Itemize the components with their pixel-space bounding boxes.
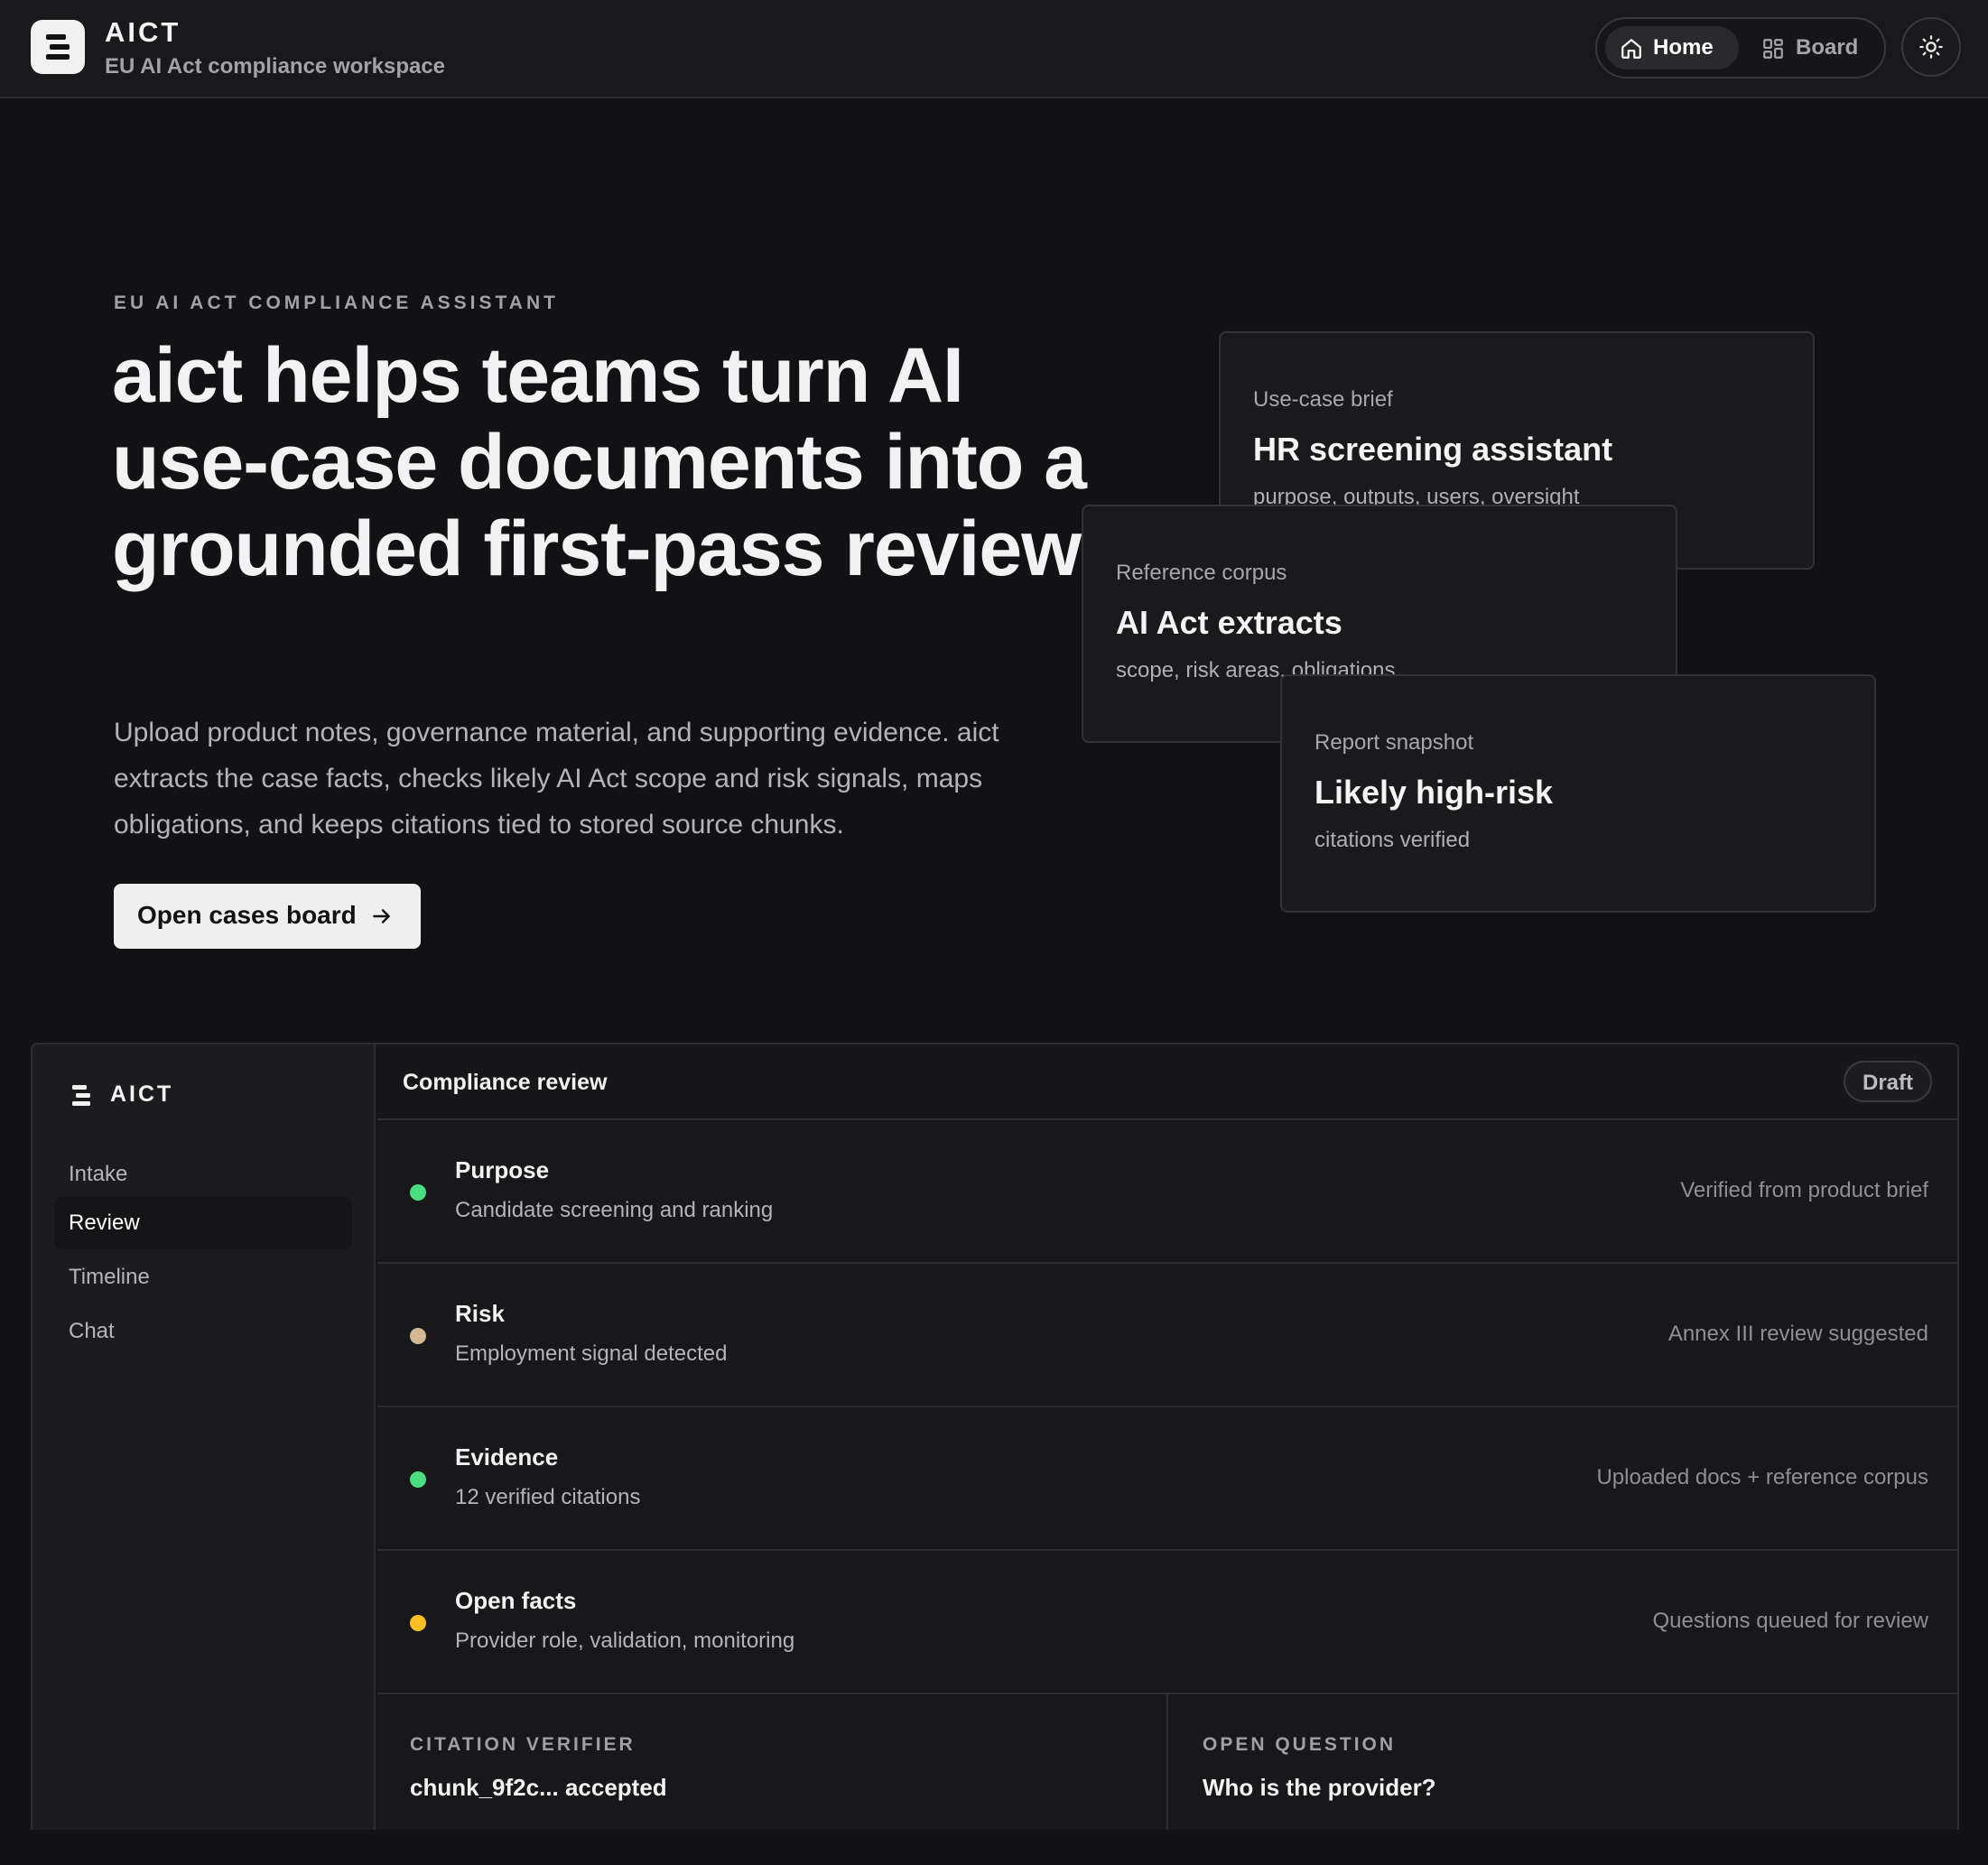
hero-description: Upload product notes, governance materia… — [114, 718, 999, 840]
report-snapshot-card: Report snapshot Likely high-risk citatio… — [1280, 674, 1876, 913]
row-title: Evidence — [455, 1443, 559, 1471]
cta-label: Open cases board — [137, 901, 357, 929]
citation-verifier-panel: CITATION VERIFIER chunk_9f2c... accepted — [377, 1694, 1168, 1830]
open-cases-board-button[interactable]: Open cases board — [114, 884, 421, 949]
card-label: Reference corpus — [1116, 561, 1287, 585]
row-subtitle: Employment signal detected — [455, 1341, 728, 1366]
status-badge: Draft — [1844, 1061, 1932, 1102]
sidebar-brand: AICT — [110, 1081, 174, 1107]
row-note: Verified from product brief — [1680, 1178, 1928, 1202]
sidebar-item-review[interactable]: Review — [54, 1197, 352, 1249]
status-dot — [410, 1471, 426, 1488]
sidebar-item-label: Intake — [69, 1162, 128, 1186]
card-meta: citations verified — [1314, 828, 1471, 852]
row-note: Annex III review suggested — [1668, 1322, 1928, 1346]
sidebar-item-chat[interactable]: Chat — [54, 1305, 352, 1358]
citation-verifier-label: CITATION VERIFIER — [410, 1734, 636, 1755]
card-label: Use-case brief — [1253, 387, 1393, 412]
aict-logo-icon — [72, 1085, 90, 1106]
app-logo-icon[interactable] — [31, 20, 85, 74]
row-title: Risk — [455, 1300, 505, 1327]
review-row-evidence[interactable]: Evidence 12 verified citations Uploaded … — [377, 1407, 1957, 1551]
review-row-open-facts[interactable]: Open facts Provider role, validation, mo… — [377, 1551, 1957, 1694]
card-title: HR screening assistant — [1253, 431, 1613, 468]
status-dot — [410, 1615, 426, 1631]
status-badge-label: Draft — [1862, 1071, 1913, 1095]
board-icon — [1763, 39, 1783, 59]
sidebar-item-intake[interactable]: Intake — [54, 1148, 352, 1201]
theme-toggle-button[interactable] — [1901, 17, 1961, 77]
card-label: Report snapshot — [1314, 730, 1474, 755]
app-subtitle: EU AI Act compliance workspace — [105, 54, 446, 79]
review-row-purpose[interactable]: Purpose Candidate screening and ranking … — [377, 1120, 1957, 1264]
row-subtitle: Candidate screening and ranking — [455, 1198, 774, 1222]
hero-title: aict helps teams turn AI use-case docume… — [112, 332, 1100, 592]
open-question-label: OPEN QUESTION — [1203, 1734, 1397, 1755]
sun-icon — [1919, 35, 1943, 59]
row-title: Open facts — [455, 1587, 577, 1614]
nav-board-button[interactable]: Board — [1752, 26, 1870, 70]
status-dot — [410, 1184, 426, 1201]
nav-home-label: Home — [1653, 35, 1714, 60]
main-nav: Home Board — [1595, 17, 1886, 79]
review-title: Compliance review — [403, 1070, 608, 1095]
sidebar-item-label: Review — [69, 1211, 140, 1235]
app-name: AICT — [105, 16, 181, 48]
row-title: Purpose — [455, 1156, 550, 1183]
row-note: Questions queued for review — [1652, 1609, 1928, 1633]
review-row-risk[interactable]: Risk Employment signal detected Annex II… — [377, 1264, 1957, 1407]
arrow-right-icon — [373, 909, 390, 923]
review-header: Compliance review Draft — [377, 1044, 1957, 1120]
open-question-value: Who is the provider? — [1203, 1774, 1436, 1801]
top-bar: AICT EU AI Act compliance workspace Home… — [0, 0, 1988, 98]
row-note: Uploaded docs + reference corpus — [1596, 1465, 1928, 1489]
app-preview-panel: AICT Intake Review Timeline Chat Complia… — [31, 1043, 1959, 1830]
open-question-panel: OPEN QUESTION Who is the provider? — [1170, 1694, 1957, 1830]
row-subtitle: 12 verified citations — [455, 1485, 641, 1509]
nav-board-label: Board — [1796, 35, 1859, 60]
sidebar-item-label: Chat — [69, 1319, 115, 1343]
card-title: AI Act extracts — [1116, 604, 1342, 641]
citation-verifier-value: chunk_9f2c... accepted — [410, 1774, 667, 1801]
hero-eyebrow: EU AI ACT COMPLIANCE ASSISTANT — [114, 292, 559, 313]
preview-sidebar: AICT Intake Review Timeline Chat — [33, 1044, 376, 1830]
sidebar-item-label: Timeline — [69, 1265, 150, 1289]
card-title: Likely high-risk — [1314, 774, 1554, 811]
row-subtitle: Provider role, validation, monitoring — [455, 1628, 795, 1653]
home-icon — [1621, 39, 1641, 59]
sidebar-item-timeline[interactable]: Timeline — [54, 1251, 352, 1304]
status-dot — [410, 1328, 426, 1344]
nav-home-button[interactable]: Home — [1605, 26, 1739, 70]
